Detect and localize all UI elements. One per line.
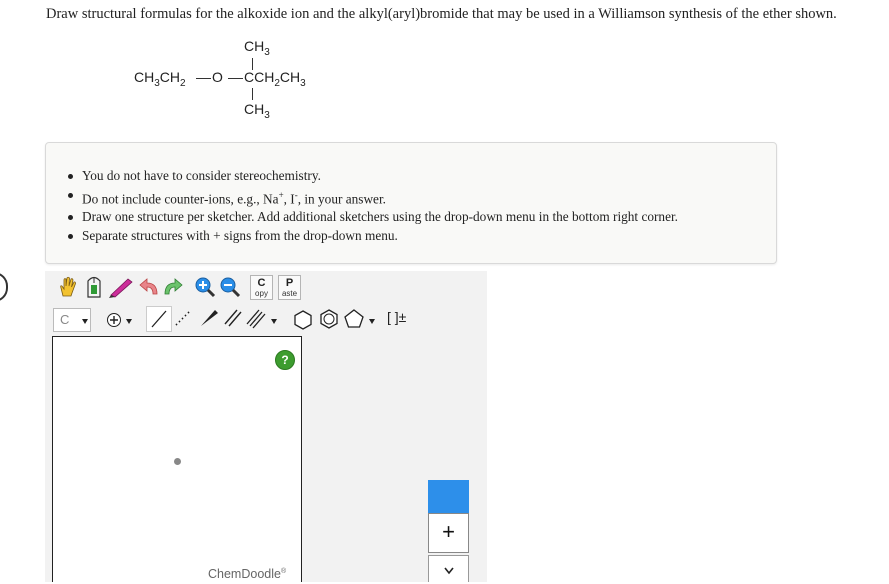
- add-sketcher-bar[interactable]: [428, 480, 469, 513]
- benzene-icon[interactable]: [318, 308, 340, 335]
- chevron-down-icon[interactable]: [369, 319, 375, 324]
- add-sketcher-button[interactable]: +: [428, 513, 469, 553]
- lasso-icon[interactable]: [83, 275, 105, 304]
- sketcher-dropdown[interactable]: [428, 555, 469, 582]
- chevron-down-icon[interactable]: [271, 319, 277, 324]
- left-o-bond: [196, 78, 211, 79]
- left-ethyl-label: CH3CH2: [134, 69, 186, 89]
- top-methyl-label: CH3: [244, 38, 270, 58]
- bracket-tool[interactable]: [ ]±: [387, 309, 406, 325]
- dashed-bond-icon[interactable]: [173, 308, 195, 335]
- chevron-down-icon: [82, 319, 88, 324]
- paste-letter: P: [285, 277, 294, 289]
- pencil-icon[interactable]: [108, 276, 134, 303]
- chemdoodle-brand: ChemDoodle®: [208, 567, 287, 581]
- scroll-handle[interactable]: [0, 272, 8, 302]
- instruction-item: You do not have to consider stereochemis…: [68, 167, 678, 186]
- wedge-bond-icon[interactable]: [198, 307, 220, 334]
- single-bond-icon: [151, 310, 167, 328]
- paste-button[interactable]: P aste: [278, 275, 301, 300]
- instructions-list: You do not have to consider stereochemis…: [68, 167, 678, 246]
- help-icon[interactable]: ?: [275, 350, 295, 370]
- copy-label: opy: [255, 289, 268, 298]
- question-text: Draw structural formulas for the alkoxid…: [46, 6, 837, 22]
- instruction-item: Do not include counter-ions, e.g., Na+, …: [68, 186, 678, 209]
- right-o-bond: [228, 78, 243, 79]
- bottom-bond: [252, 88, 253, 100]
- copy-letter: C: [257, 277, 266, 289]
- chevron-down-icon: [443, 567, 454, 575]
- element-select[interactable]: C: [53, 308, 91, 332]
- redo-icon[interactable]: [162, 276, 184, 303]
- chevron-down-icon[interactable]: [126, 319, 132, 324]
- canvas-dot: [174, 458, 181, 465]
- instructions-box: You do not have to consider stereochemis…: [45, 142, 777, 264]
- single-bond-button[interactable]: [146, 306, 172, 332]
- undo-icon[interactable]: [138, 276, 160, 303]
- instruction-item: Separate structures with + signs from th…: [68, 227, 678, 246]
- oxygen-label: O: [212, 69, 223, 85]
- cyclohexane-icon[interactable]: [292, 309, 314, 336]
- charge-plus-icon[interactable]: [106, 311, 124, 334]
- cyclopentane-icon[interactable]: [343, 308, 365, 335]
- instruction-item: Draw one structure per sketcher. Add add…: [68, 208, 678, 227]
- bottom-methyl-label: CH3: [244, 101, 270, 121]
- zoom-in-icon[interactable]: [194, 276, 216, 303]
- copy-button[interactable]: C opy: [250, 275, 273, 300]
- element-value: C: [60, 312, 70, 327]
- hand-icon[interactable]: [57, 276, 79, 303]
- double-bond-icon[interactable]: [222, 307, 244, 334]
- center-chain-label: CCH2CH3: [244, 69, 306, 89]
- paste-label: aste: [281, 289, 298, 298]
- triple-bond-icon[interactable]: [245, 307, 267, 334]
- zoom-out-icon[interactable]: [219, 276, 241, 303]
